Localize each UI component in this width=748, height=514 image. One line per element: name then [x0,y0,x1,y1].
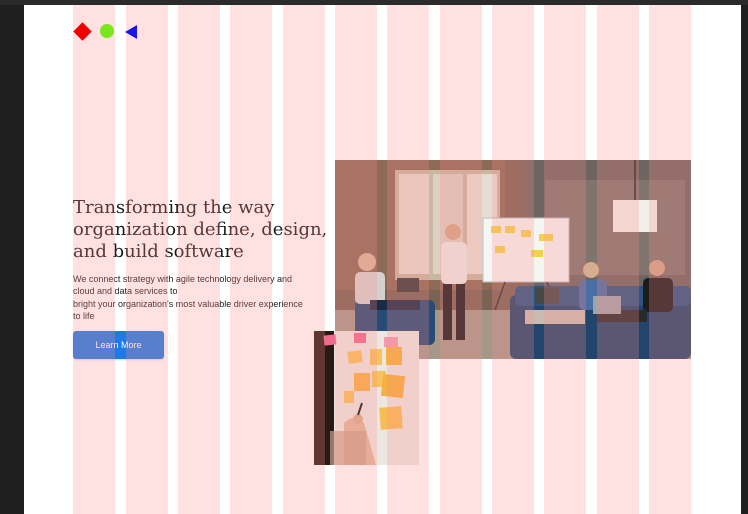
hero-title: Transforming the way organization define… [73,197,329,263]
blue-triangle-icon [125,25,137,39]
red-diamond-icon [73,22,92,41]
hero-description-line: bright your organization's most valuable… [73,298,303,309]
artboard: Transforming the way organization define… [24,5,741,514]
right-gutter [741,5,748,514]
hero-title-line: and build software [73,241,244,262]
hero-description-line: We connect strategy with agile technolog… [73,274,292,284]
hero-description: We connect strategy with agile technolog… [73,273,323,322]
hero-title-line: organization define, design, [73,219,328,240]
hero-description-line: cloud and data services to [73,286,178,297]
hero-description-line: to life [73,310,95,321]
logo[interactable] [73,22,143,44]
green-circle-icon [100,24,114,38]
learn-more-button[interactable]: Learn More [73,331,164,359]
hero-title-line: Transforming the way [73,197,275,218]
office-meeting-image [335,160,691,359]
sticky-notes-image [314,331,419,465]
